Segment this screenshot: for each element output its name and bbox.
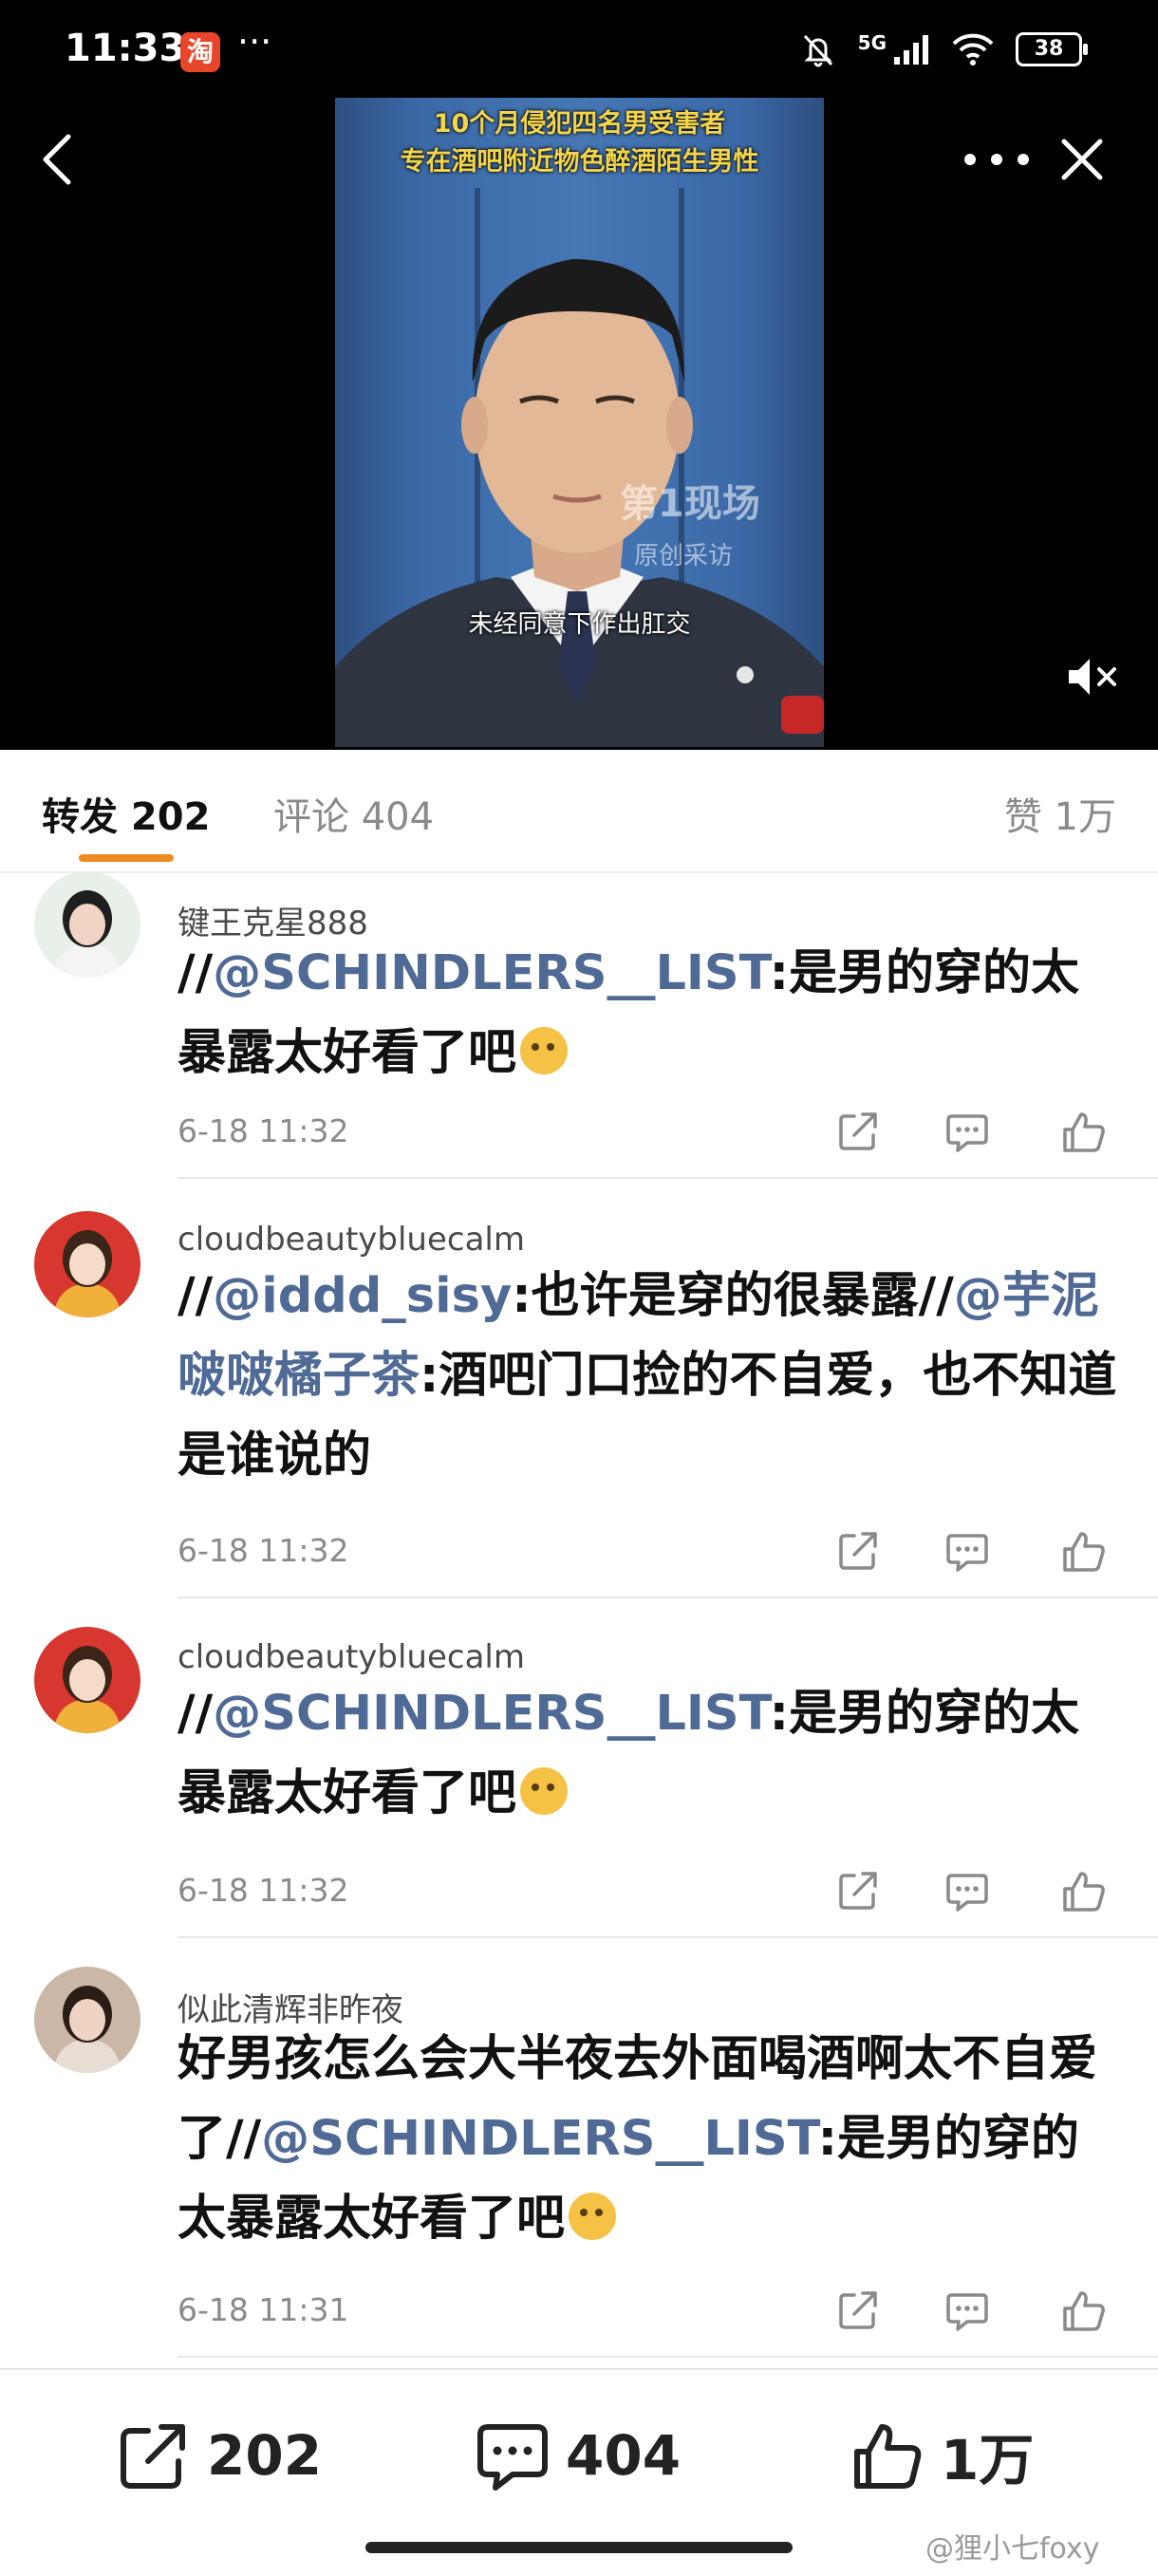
mention-link[interactable]: @SCHINDLERS__LIST (261, 2111, 817, 2167)
doge-emoji-icon (520, 1027, 569, 1074)
close-icon[interactable] (1058, 136, 1106, 183)
repost-comment-icon[interactable] (944, 1868, 990, 1913)
mention-link[interactable]: @iddd_sisy (213, 1268, 512, 1324)
network-type-label: 5G (857, 31, 887, 54)
comment-icon (477, 2424, 548, 2491)
tab-bar: 转发 202 评论 404 赞 1万 (0, 750, 1158, 873)
avatar[interactable] (34, 1967, 140, 2073)
cellular-signal-icon (894, 35, 928, 65)
timestamp: 6-18 11:32 (177, 1112, 349, 1149)
video-headline-banner: 10个月侵犯四名男受害者 专在酒吧附近物色醉酒陌生男性 (335, 98, 824, 188)
repost-like-icon[interactable] (1061, 2287, 1107, 2333)
item-divider (177, 1936, 1158, 1938)
repost-share-icon[interactable] (835, 2287, 881, 2333)
username[interactable]: cloudbeautybluecalm (177, 1638, 525, 1676)
video-player[interactable]: 10个月侵犯四名男受害者 专在酒吧附近物色醉酒陌生男性 第1现场 原创采访 未经… (335, 98, 824, 747)
tab-comment[interactable]: 评论 404 (273, 786, 434, 841)
status-bar: 11:33 淘 ··· 5G 38 (0, 0, 1158, 104)
avatar[interactable] (34, 871, 140, 978)
bottom-like-count: 1万 (941, 2428, 1035, 2492)
repost-share-icon[interactable] (835, 1868, 881, 1913)
bottom-repost-count: 202 (207, 2423, 323, 2488)
channel-watermark-sub: 原创采访 (634, 542, 734, 570)
item-divider (177, 2356, 1158, 2358)
repost-comment-icon[interactable] (944, 1528, 990, 1574)
channel-watermark: 第1现场 (620, 482, 760, 526)
username[interactable]: cloudbeautybluecalm (177, 1221, 525, 1259)
tabs-divider (0, 871, 1158, 873)
bottom-repost-button[interactable]: 202 (116, 2413, 322, 2498)
more-notifications-indicator: ··· (237, 21, 272, 63)
weibo-watermark: @狸小七foxy (925, 2532, 1100, 2566)
repost-text-segment: // (177, 1686, 214, 1742)
repost-like-icon[interactable] (1061, 1109, 1107, 1154)
more-dots-icon[interactable] (959, 142, 1035, 177)
repost-text: //@SCHINDLERS__LIST:是男的穿的太暴露太好看了吧 (177, 934, 1117, 1093)
mention-link[interactable]: @SCHINDLERS__LIST (213, 1686, 769, 1742)
tab-repost[interactable]: 转发 202 (42, 786, 210, 841)
repost-text-segment: // (177, 945, 214, 1001)
video-subtitle: 未经同意下作出肛交 (468, 610, 691, 639)
timestamp: 6-18 11:31 (177, 2291, 349, 2328)
status-icons: 5G 38 (799, 28, 1088, 70)
home-indicator[interactable] (365, 2542, 793, 2553)
repost-text-segment: // (177, 1268, 214, 1324)
item-divider (177, 1596, 1158, 1598)
tab-like[interactable]: 赞 1万 (1004, 786, 1116, 841)
repost-share-icon[interactable] (835, 1528, 881, 1574)
status-time: 11:33 (65, 27, 186, 70)
repost-like-icon[interactable] (1061, 1868, 1107, 1913)
taobao-notification-icon: 淘 (180, 32, 220, 72)
wifi-icon (952, 33, 994, 65)
bell-off-icon (803, 34, 832, 67)
repost-text-segment: :也许是穿的很暴露// (512, 1268, 954, 1324)
doge-emoji-icon (520, 1767, 569, 1815)
share-icon (121, 2424, 185, 2489)
mute-icon[interactable] (1065, 653, 1122, 700)
thumbs-up-icon (854, 2424, 922, 2489)
mention-link[interactable]: @SCHINDLERS__LIST (213, 945, 769, 1001)
timestamp: 6-18 11:32 (177, 1872, 349, 1909)
active-tab-indicator (79, 854, 174, 862)
repost-comment-icon[interactable] (944, 2287, 990, 2333)
bottom-like-button[interactable]: 1万 (850, 2413, 1034, 2498)
timestamp: 6-18 11:32 (177, 1532, 349, 1569)
video-headline-line-1: 10个月侵犯四名男受害者 (433, 109, 726, 139)
repost-text: 好男孩怎么会大半夜去外面喝酒啊太不自爱了//@SCHINDLERS__LIST:… (177, 2020, 1117, 2259)
video-frame (335, 188, 824, 747)
repost-text: //@SCHINDLERS__LIST:是男的穿的太暴露太好看了吧 (177, 1674, 1117, 1834)
repost-like-icon[interactable] (1061, 1528, 1107, 1574)
item-divider (177, 1177, 1158, 1179)
avatar[interactable] (34, 1211, 140, 1317)
back-chevron-icon[interactable] (38, 131, 76, 188)
avatar[interactable] (34, 1627, 140, 1733)
battery-icon: 38 (1016, 32, 1088, 66)
bottom-comment-button[interactable]: 404 (475, 2413, 681, 2498)
repost-text: //@iddd_sisy:也许是穿的很暴露//@芋泥啵啵橘子茶:酒吧门口捡的不自… (177, 1257, 1117, 1496)
bottom-comment-count: 404 (566, 2423, 682, 2488)
doge-emoji-icon (569, 2193, 617, 2240)
video-headline-line-2: 专在酒吧附近物色醉酒陌生男性 (400, 147, 759, 177)
repost-share-icon[interactable] (835, 1109, 881, 1154)
repost-comment-icon[interactable] (944, 1109, 990, 1154)
